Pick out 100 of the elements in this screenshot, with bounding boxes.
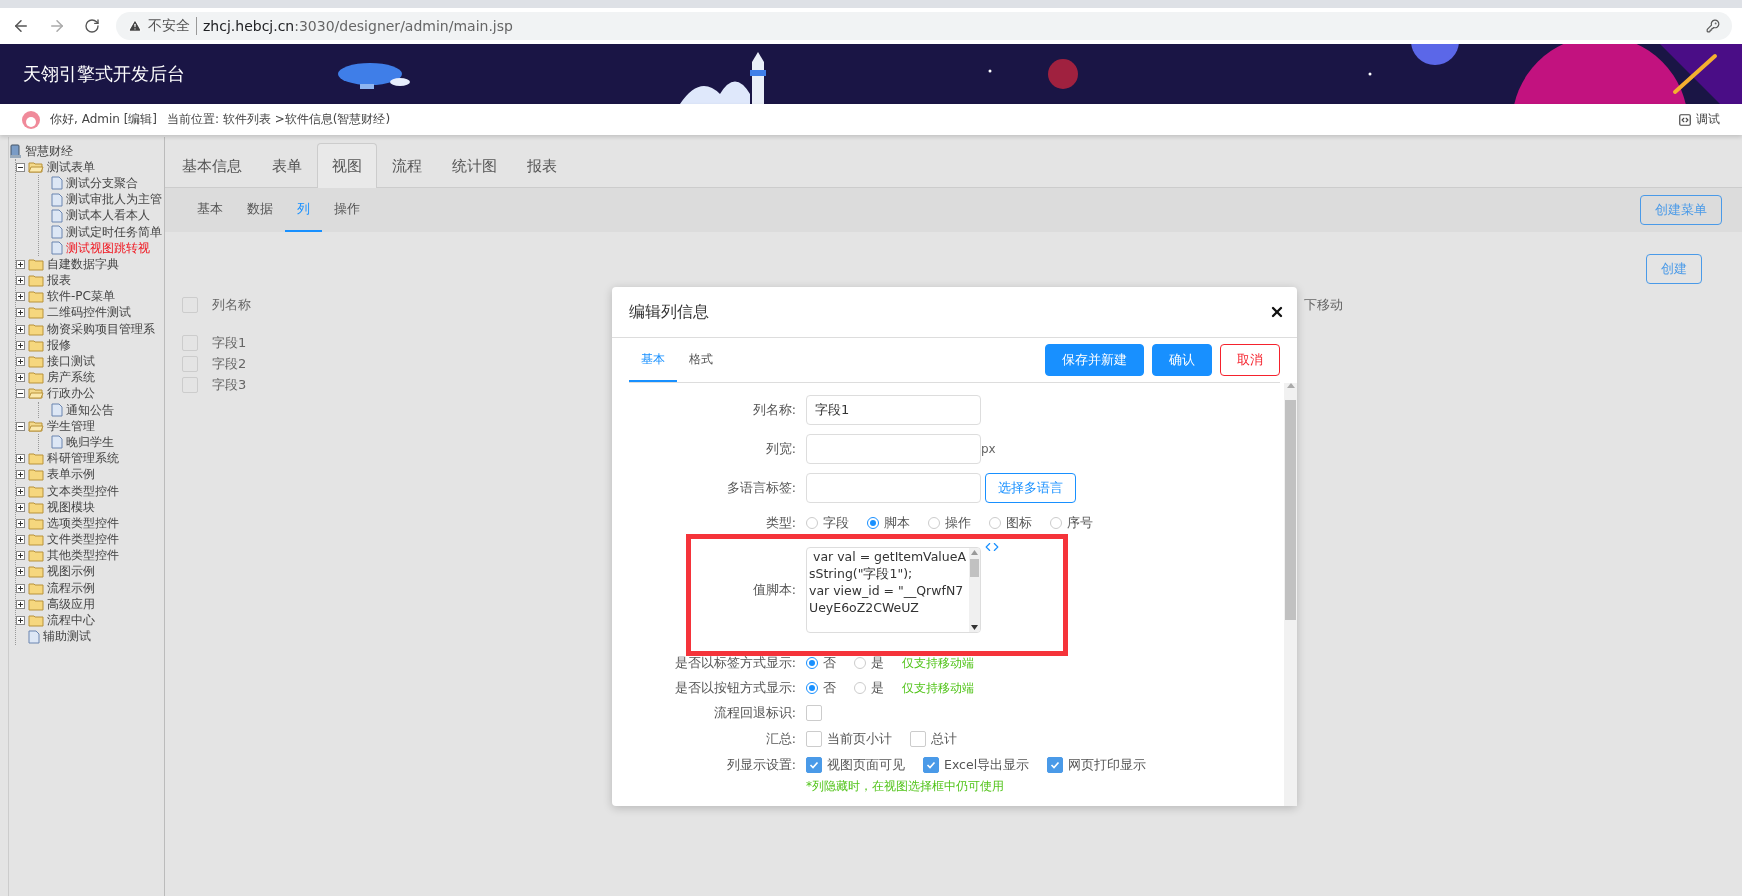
address-bar[interactable]: 不安全 zhcj.hebcj.cn:3030/designer/admin/main.jsp <box>116 12 1732 40</box>
expand-icon[interactable] <box>16 454 25 464</box>
scrollbar[interactable] <box>1284 383 1297 806</box>
expand-icon[interactable] <box>16 486 25 496</box>
input-field[interactable] <box>806 434 981 464</box>
radio-option[interactable]: 否 <box>806 679 836 697</box>
tree-item[interactable]: 高级应用 <box>47 595 95 613</box>
tree-item[interactable]: 自建数据字典 <box>47 255 119 273</box>
tree-item[interactable]: 视图示例 <box>47 563 95 581</box>
radio-option[interactable]: 是 <box>854 654 884 672</box>
tree-item[interactable]: 软件-PC菜单 <box>47 288 115 306</box>
checkbox[interactable] <box>182 377 198 393</box>
expand-icon[interactable] <box>16 551 25 561</box>
tree-item[interactable]: 表单示例 <box>47 466 95 484</box>
expand-icon[interactable] <box>16 276 25 286</box>
radio-option[interactable]: 字段 <box>806 514 849 532</box>
tree-item[interactable]: 接口测试 <box>47 353 95 371</box>
scrollbar-thumb[interactable] <box>970 559 979 577</box>
reload-button[interactable] <box>82 16 102 36</box>
scroll-down-icon[interactable] <box>971 625 978 630</box>
tree-item[interactable]: 物资采购项目管理系 <box>47 320 155 338</box>
expand-icon[interactable] <box>16 583 25 593</box>
debug-button[interactable]: 调试 <box>1678 111 1720 128</box>
sub-tab[interactable]: 数据 <box>235 188 285 232</box>
tree-item[interactable]: 选项类型控件 <box>47 514 119 532</box>
radio-option[interactable]: 否 <box>806 654 836 672</box>
sub-tab[interactable]: 操作 <box>322 188 372 232</box>
tree-item[interactable]: 测试表单 <box>47 158 95 176</box>
checkbox[interactable] <box>806 705 822 721</box>
radio-option[interactable]: 序号 <box>1050 514 1093 532</box>
sub-tab[interactable]: 基本 <box>185 188 235 232</box>
expand-icon[interactable] <box>16 324 25 334</box>
field-label: 值脚本: <box>751 581 796 599</box>
input-field[interactable]: 字段1 <box>806 395 981 425</box>
expand-icon[interactable] <box>16 259 25 269</box>
expand-icon[interactable] <box>16 357 25 367</box>
expand-icon[interactable] <box>16 599 25 609</box>
tree-item[interactable]: 文本类型控件 <box>47 482 119 500</box>
tab[interactable]: 视图 <box>317 143 377 188</box>
code-icon[interactable] <box>985 540 999 554</box>
checkbox[interactable] <box>182 356 198 372</box>
tab[interactable]: 格式 <box>677 338 725 382</box>
tree-item[interactable]: 流程中心 <box>47 612 95 630</box>
collapse-icon[interactable] <box>16 389 25 399</box>
expand-icon[interactable] <box>16 340 25 350</box>
tree-item[interactable]: 学生管理 <box>47 417 95 435</box>
tab[interactable]: 流程 <box>377 143 437 188</box>
scrollbar[interactable] <box>969 548 980 632</box>
radio-option[interactable]: 图标 <box>989 514 1032 532</box>
checkbox[interactable] <box>182 335 198 351</box>
tree-item[interactable]: 测试审批人为主管 <box>66 191 162 209</box>
collapse-icon[interactable] <box>16 162 25 172</box>
expand-icon[interactable] <box>16 502 25 512</box>
tree-item[interactable]: 流程示例 <box>47 579 95 597</box>
expand-icon[interactable] <box>16 470 25 480</box>
tree-item[interactable]: 科研管理系统 <box>47 450 119 468</box>
tree-item[interactable]: 二维码控件测试 <box>47 304 131 322</box>
checkbox[interactable] <box>182 297 198 313</box>
checkbox[interactable] <box>1047 757 1064 773</box>
radio-option[interactable]: 操作 <box>928 514 971 532</box>
input-field[interactable] <box>806 473 981 503</box>
radio-option[interactable]: 脚本 <box>867 514 910 532</box>
tree-item[interactable]: 房产系统 <box>47 369 95 387</box>
close-button[interactable] <box>1269 304 1285 320</box>
tree-item[interactable]: 视图模块 <box>47 498 95 516</box>
expand-icon[interactable] <box>16 292 25 302</box>
dialog-title: 编辑列信息 <box>629 301 709 323</box>
tree-item[interactable]: 智慧财经 <box>25 142 73 160</box>
tree-item[interactable]: 通知公告 <box>66 401 114 419</box>
tree-item[interactable]: 测试本人看本人 <box>66 207 150 225</box>
checkbox[interactable] <box>923 757 939 773</box>
action-button[interactable]: 取消 <box>1220 344 1280 376</box>
tree-item[interactable]: 行政办公 <box>47 385 95 403</box>
tree-item[interactable]: 测试定时任务简单 <box>66 223 162 241</box>
tree-item[interactable]: 测试分支聚合 <box>66 174 138 192</box>
expand-icon[interactable] <box>16 518 25 528</box>
tree-item[interactable]: 辅助测试 <box>43 628 91 646</box>
script-field[interactable]: var val = getItemValueAsString("字段1"); var view_id = "__QrwfN7UeyE6oZ2CWeUZ <box>806 547 981 633</box>
tab[interactable]: 基本信息 <box>167 143 257 188</box>
tree-item[interactable]: 晚归学生 <box>66 433 114 451</box>
radio-option[interactable]: 是 <box>854 679 884 697</box>
document-icon <box>51 225 63 240</box>
checkbox[interactable] <box>806 731 822 747</box>
checkbox[interactable] <box>910 731 926 747</box>
tab[interactable]: 报表 <box>512 143 572 188</box>
tab[interactable]: 表单 <box>257 143 317 188</box>
key-icon[interactable] <box>1706 19 1720 33</box>
tab[interactable]: 统计图 <box>437 143 512 188</box>
collapse-icon[interactable] <box>16 421 25 431</box>
tree-item[interactable]: 报修 <box>47 336 71 354</box>
tree-item[interactable]: 文件类型控件 <box>47 531 119 549</box>
expand-icon[interactable] <box>16 616 25 626</box>
expand-icon[interactable] <box>16 535 25 545</box>
expand-icon[interactable] <box>16 567 25 577</box>
tree-item[interactable]: 报表 <box>47 272 71 290</box>
expand-icon[interactable] <box>16 373 25 383</box>
scrollbar-thumb[interactable] <box>1285 400 1296 620</box>
tree-item[interactable]: 其他类型控件 <box>47 547 119 565</box>
expand-icon[interactable] <box>16 308 25 318</box>
checkbox[interactable] <box>806 757 822 773</box>
